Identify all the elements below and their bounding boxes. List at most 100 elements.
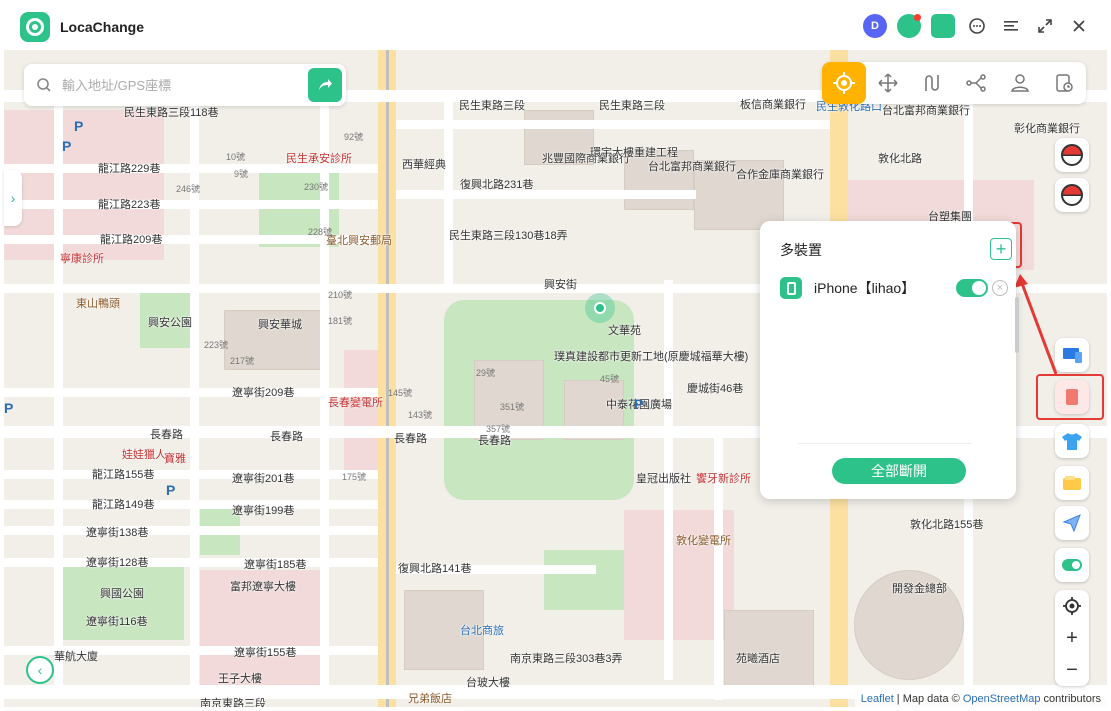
osm-link[interactable]: OpenStreetMap xyxy=(963,693,1041,705)
clothes-icon[interactable] xyxy=(1055,424,1089,458)
place-label: 西華經典 xyxy=(402,159,446,171)
search-icon xyxy=(36,77,52,93)
place-label: 興國公園 xyxy=(100,588,144,600)
zoom-controls: + − xyxy=(1055,590,1089,686)
street-label: 長春路 xyxy=(394,433,427,445)
toggle-feature-icon[interactable] xyxy=(1055,548,1089,582)
place-label: 苑曦酒店 xyxy=(736,653,780,665)
street-label: 龍江路229巷 xyxy=(98,163,161,175)
menu-icon[interactable] xyxy=(999,14,1023,38)
address-number: 181號 xyxy=(328,316,353,326)
street-label: 龍江路155巷 xyxy=(92,469,155,481)
parking-icon: P xyxy=(634,396,644,412)
address-number: 10號 xyxy=(226,152,246,162)
street-label: 遼寧街185巷 xyxy=(244,559,307,571)
zoom-in-icon[interactable]: + xyxy=(1055,622,1089,654)
pokemon-go-icon-2[interactable] xyxy=(1055,178,1089,212)
map-attribution: Leaflet | Map data © OpenStreetMap contr… xyxy=(854,691,1107,707)
device-toggle[interactable] xyxy=(956,279,988,297)
street-label: 敦化北路155巷 xyxy=(910,519,984,531)
title-bar: LocaChange D xyxy=(0,0,1111,50)
street-label: 興安街 xyxy=(544,279,577,291)
attribution-text-end: contributors xyxy=(1040,693,1101,705)
place-label: 富邦遼寧大樓 xyxy=(230,581,296,593)
map-road xyxy=(444,90,453,290)
place-label: 文華苑 xyxy=(608,325,641,337)
place-label: 華航大廈 xyxy=(54,651,98,663)
virtual-devices-icon[interactable] xyxy=(1055,338,1089,372)
parking-icon: P xyxy=(166,482,176,498)
mode-toolbar xyxy=(822,62,1086,104)
place-label: 台玻大樓 xyxy=(466,677,510,689)
collapse-arrow-icon[interactable]: ‹ xyxy=(26,656,54,684)
route-icon[interactable] xyxy=(910,62,954,104)
street-label: 慶城街46巷 xyxy=(687,383,744,395)
app-logo xyxy=(20,12,50,42)
disconnect-all-button[interactable]: 全部斷開 xyxy=(832,458,966,484)
place-label: 興安華城 xyxy=(258,319,302,331)
street-label: 民生東路三段118巷 xyxy=(124,107,219,119)
panel-scrollbar[interactable] xyxy=(1015,297,1019,353)
add-device-button[interactable]: + xyxy=(990,238,1012,260)
discord-icon[interactable]: D xyxy=(863,14,887,38)
street-label: 遼寧街138巷 xyxy=(86,527,149,539)
place-label: 開發金總部 xyxy=(892,583,947,595)
attribution-text: | Map data © xyxy=(893,693,963,705)
expand-sidebar-icon[interactable]: › xyxy=(4,170,22,226)
map-road xyxy=(396,190,696,199)
history-icon[interactable] xyxy=(1042,62,1086,104)
zoom-out-icon[interactable]: − xyxy=(1055,654,1089,686)
address-number: 145號 xyxy=(388,388,413,398)
app-window: LocaChange D 民生東路三段 民生東路三段 民生東路三段118巷 民生… xyxy=(0,0,1111,711)
place-label: 寶雅 xyxy=(164,453,186,465)
street-label: 遼寧街155巷 xyxy=(234,647,297,659)
map-park xyxy=(544,550,624,610)
street-label: 遼寧街128巷 xyxy=(86,557,149,569)
title-bar-actions: D xyxy=(863,14,1091,38)
address-number: 228號 xyxy=(308,227,333,237)
move-icon[interactable] xyxy=(866,62,910,104)
wallet-icon[interactable] xyxy=(1055,466,1089,500)
close-icon[interactable] xyxy=(1067,14,1091,38)
place-label: 興安公園 xyxy=(148,317,192,329)
pokemon-go-icon[interactable] xyxy=(1055,138,1089,172)
place-label: 板信商業銀行 xyxy=(740,99,806,111)
go-arrow-icon[interactable] xyxy=(308,68,342,102)
street-label: 民生東路三段 xyxy=(599,100,665,112)
place-label: 長春變電所 xyxy=(328,397,383,409)
street-label: 遼寧街199巷 xyxy=(232,505,295,517)
location-pin[interactable] xyxy=(585,293,615,323)
remove-device-button[interactable]: × xyxy=(992,280,1008,296)
multi-device-highlight xyxy=(1036,374,1104,420)
street-label: 長春路 xyxy=(270,431,303,443)
user-icon[interactable] xyxy=(998,62,1042,104)
street-label: 復興北路231巷 xyxy=(460,179,534,191)
place-label: 合作金庫商業銀行 xyxy=(736,169,824,181)
street-label: 長春路 xyxy=(150,429,183,441)
address-number: 351號 xyxy=(500,402,525,412)
street-label: 龍江路223巷 xyxy=(98,199,161,211)
multi-stop-icon[interactable] xyxy=(954,62,998,104)
app-title: LocaChange xyxy=(60,19,145,35)
maximize-icon[interactable] xyxy=(1033,14,1057,38)
parking-icon: P xyxy=(4,400,14,416)
send-icon[interactable] xyxy=(1055,506,1089,540)
place-label: 民生承安診所 xyxy=(286,153,352,165)
locate-icon[interactable] xyxy=(1055,590,1089,622)
panel-divider xyxy=(798,443,972,444)
account-icon[interactable] xyxy=(897,14,921,38)
street-label: 遼寧街116巷 xyxy=(86,616,148,628)
place-label: 彰化商業銀行 xyxy=(1014,123,1080,135)
street-label: 遼寧街209巷 xyxy=(232,387,295,399)
address-number: 357號 xyxy=(486,424,511,434)
panel-title: 多裝置 xyxy=(780,242,822,258)
search-input[interactable] xyxy=(62,77,282,93)
teleport-icon[interactable] xyxy=(822,62,866,104)
leaflet-link[interactable]: Leaflet xyxy=(861,693,894,705)
address-number: 92號 xyxy=(344,132,364,142)
parking-icon: P xyxy=(74,118,84,134)
store-icon[interactable] xyxy=(931,14,955,38)
chat-icon[interactable] xyxy=(965,14,989,38)
address-number: 9號 xyxy=(234,169,249,179)
place-label: 兄弟飯店 xyxy=(408,693,452,705)
